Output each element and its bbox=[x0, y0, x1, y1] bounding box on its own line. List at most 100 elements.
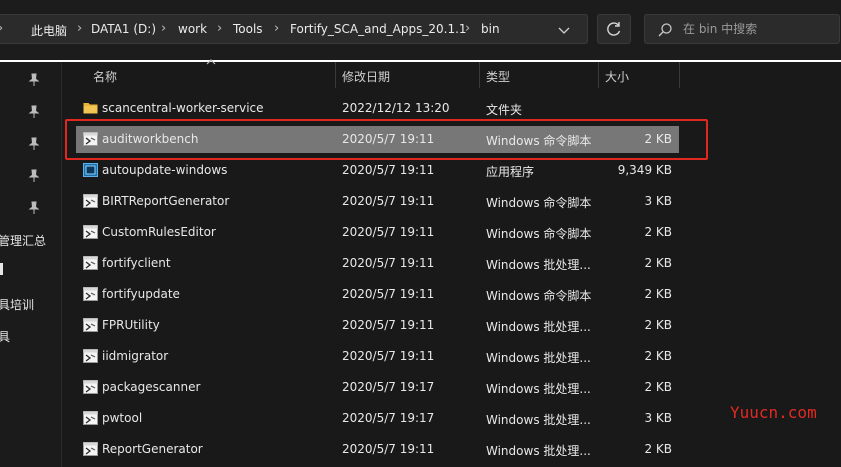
file-modified-date: 2020/5/7 19:11 bbox=[342, 318, 435, 332]
file-row[interactable]: scancentral-worker-service 2022/12/12 13:… bbox=[76, 95, 679, 122]
address-bar[interactable]: › 此电脑 › DATA1 (D:) › work › Tools › Fort… bbox=[0, 14, 588, 44]
script-icon bbox=[83, 411, 98, 425]
file-row[interactable]: packagescanner 2020/5/7 19:17 Windows 批处理.… bbox=[76, 374, 679, 401]
file-type: 文件夹 bbox=[486, 103, 523, 117]
search-box[interactable] bbox=[644, 14, 840, 44]
file-type: Windows 批处理... bbox=[486, 351, 591, 365]
file-type: 应用程序 bbox=[486, 165, 535, 179]
nav-fragment-icon bbox=[0, 263, 3, 275]
address-history-button[interactable] bbox=[547, 21, 581, 39]
search-input[interactable] bbox=[683, 15, 833, 43]
breadcrumb-separator: › bbox=[77, 21, 83, 36]
breadcrumb-fortify[interactable]: Fortify_SCA_and_Apps_20.1.1 bbox=[290, 22, 467, 36]
file-modified-date: 2020/5/7 19:11 bbox=[342, 349, 435, 363]
file-row[interactable]: fortifyclient 2020/5/7 19:11 Windows 批处理..… bbox=[76, 250, 679, 277]
column-header-type[interactable]: 类型 bbox=[486, 62, 596, 88]
file-size: 3 KB bbox=[644, 194, 672, 208]
file-modified-date: 2020/5/7 19:11 bbox=[342, 442, 435, 456]
pin-icon[interactable] bbox=[27, 73, 41, 87]
file-name: autoupdate-windows bbox=[102, 163, 228, 177]
file-size: 2 KB bbox=[644, 380, 672, 394]
nav-item-partial[interactable] bbox=[0, 263, 4, 278]
file-name: fortifyupdate bbox=[102, 287, 180, 301]
file-row[interactable]: autoupdate-windows 2020/5/7 19:11 应用程序 9,34… bbox=[76, 157, 679, 184]
column-header-name[interactable]: 名称 bbox=[93, 62, 335, 88]
file-modified-date: 2020/5/7 19:17 bbox=[342, 411, 435, 425]
file-modified-date: 2022/12/12 13:20 bbox=[342, 101, 450, 115]
file-row[interactable]: BIRTReportGenerator 2020/5/7 19:11 Windows… bbox=[76, 188, 679, 215]
pin-icon[interactable] bbox=[27, 137, 41, 151]
nav-item-management[interactable]: 管理汇总 bbox=[0, 232, 46, 249]
file-size: 2 KB bbox=[644, 442, 672, 456]
script-icon bbox=[83, 225, 98, 239]
file-row[interactable]: ReportGenerator 2020/5/7 19:11 Windows 批处理… bbox=[76, 436, 679, 463]
script-icon bbox=[83, 256, 98, 270]
breadcrumb-separator: › bbox=[161, 21, 167, 36]
file-type: Windows 批处理... bbox=[486, 444, 591, 458]
breadcrumb-separator: › bbox=[274, 21, 280, 36]
breadcrumb-separator: › bbox=[465, 21, 471, 36]
nav-item-training[interactable]: 具培训 bbox=[0, 296, 34, 313]
column-header-name-label: 名称 bbox=[93, 70, 118, 84]
column-header-date[interactable]: 修改日期 bbox=[342, 62, 478, 88]
script-icon bbox=[83, 349, 98, 363]
annotation-highlight-box bbox=[65, 119, 708, 160]
file-size: 2 KB bbox=[644, 287, 672, 301]
chevron-down-icon bbox=[558, 27, 570, 34]
search-icon bbox=[658, 23, 672, 37]
script-icon bbox=[83, 287, 98, 301]
column-divider[interactable] bbox=[335, 62, 336, 88]
folder-icon bbox=[83, 101, 98, 115]
application-icon bbox=[83, 163, 98, 177]
column-header-type-label: 类型 bbox=[486, 70, 511, 84]
nav-item-tools[interactable]: 具 bbox=[0, 328, 10, 345]
file-type: Windows 命令脚本 bbox=[486, 196, 592, 210]
file-row[interactable]: iidmigrator 2020/5/7 19:11 Windows 批处理... 2… bbox=[76, 343, 679, 370]
navigation-pane: 管理汇总 具培训 具 bbox=[0, 62, 62, 467]
file-modified-date: 2020/5/7 19:11 bbox=[342, 194, 435, 208]
refresh-button[interactable] bbox=[597, 14, 631, 44]
script-icon bbox=[83, 194, 98, 208]
breadcrumb-tools[interactable]: Tools bbox=[233, 22, 263, 36]
file-row[interactable]: pwtool 2020/5/7 19:17 Windows 批处理... 3 KB bbox=[76, 405, 679, 432]
file-type: Windows 批处理... bbox=[486, 258, 591, 272]
pin-icon[interactable] bbox=[27, 105, 41, 119]
column-divider[interactable] bbox=[479, 62, 480, 88]
column-header-date-label: 修改日期 bbox=[342, 70, 391, 84]
file-size: 9,349 KB bbox=[617, 163, 672, 177]
file-name: CustomRulesEditor bbox=[102, 225, 216, 239]
watermark: Yuucn.com bbox=[730, 403, 817, 422]
file-name: packagescanner bbox=[102, 380, 201, 394]
file-row[interactable]: FPRUtility 2020/5/7 19:11 Windows 批处理... 2 … bbox=[76, 312, 679, 339]
file-modified-date: 2020/5/7 19:11 bbox=[342, 225, 435, 239]
file-type: Windows 命令脚本 bbox=[486, 227, 592, 241]
refresh-icon bbox=[607, 22, 621, 36]
column-header-size-label: 大小 bbox=[605, 70, 630, 84]
file-type: Windows 批处理... bbox=[486, 382, 591, 396]
file-modified-date: 2020/5/7 19:11 bbox=[342, 287, 435, 301]
file-modified-date: 2020/5/7 19:17 bbox=[342, 380, 435, 394]
top-bar: › 此电脑 › DATA1 (D:) › work › Tools › Fort… bbox=[0, 0, 841, 60]
file-size: 2 KB bbox=[644, 349, 672, 363]
file-size: 2 KB bbox=[644, 318, 672, 332]
file-name: scancentral-worker-service bbox=[102, 101, 264, 115]
file-size: 2 KB bbox=[644, 256, 672, 270]
breadcrumb-work[interactable]: work bbox=[178, 22, 207, 36]
breadcrumb-leading-chevron: › bbox=[0, 21, 3, 36]
breadcrumb-separator: › bbox=[217, 21, 223, 36]
file-type: Windows 批处理... bbox=[486, 320, 591, 334]
file-size: 3 KB bbox=[644, 411, 672, 425]
column-divider[interactable] bbox=[598, 62, 599, 88]
breadcrumb-bin[interactable]: bin bbox=[481, 22, 500, 36]
file-modified-date: 2020/5/7 19:11 bbox=[342, 163, 435, 177]
file-row[interactable]: fortifyupdate 2020/5/7 19:11 Windows 命令脚本 2… bbox=[76, 281, 679, 308]
pin-icon[interactable] bbox=[27, 201, 41, 215]
column-divider[interactable] bbox=[679, 62, 680, 88]
pin-icon[interactable] bbox=[27, 169, 41, 183]
column-header-size[interactable]: 大小 bbox=[605, 62, 677, 88]
breadcrumb-drive[interactable]: DATA1 (D:) bbox=[91, 22, 156, 36]
file-name: FPRUtility bbox=[102, 318, 160, 332]
file-row[interactable]: CustomRulesEditor 2020/5/7 19:11 Windows 命… bbox=[76, 219, 679, 246]
breadcrumb-this-pc[interactable]: 此电脑 bbox=[31, 22, 67, 39]
file-name: pwtool bbox=[102, 411, 143, 425]
